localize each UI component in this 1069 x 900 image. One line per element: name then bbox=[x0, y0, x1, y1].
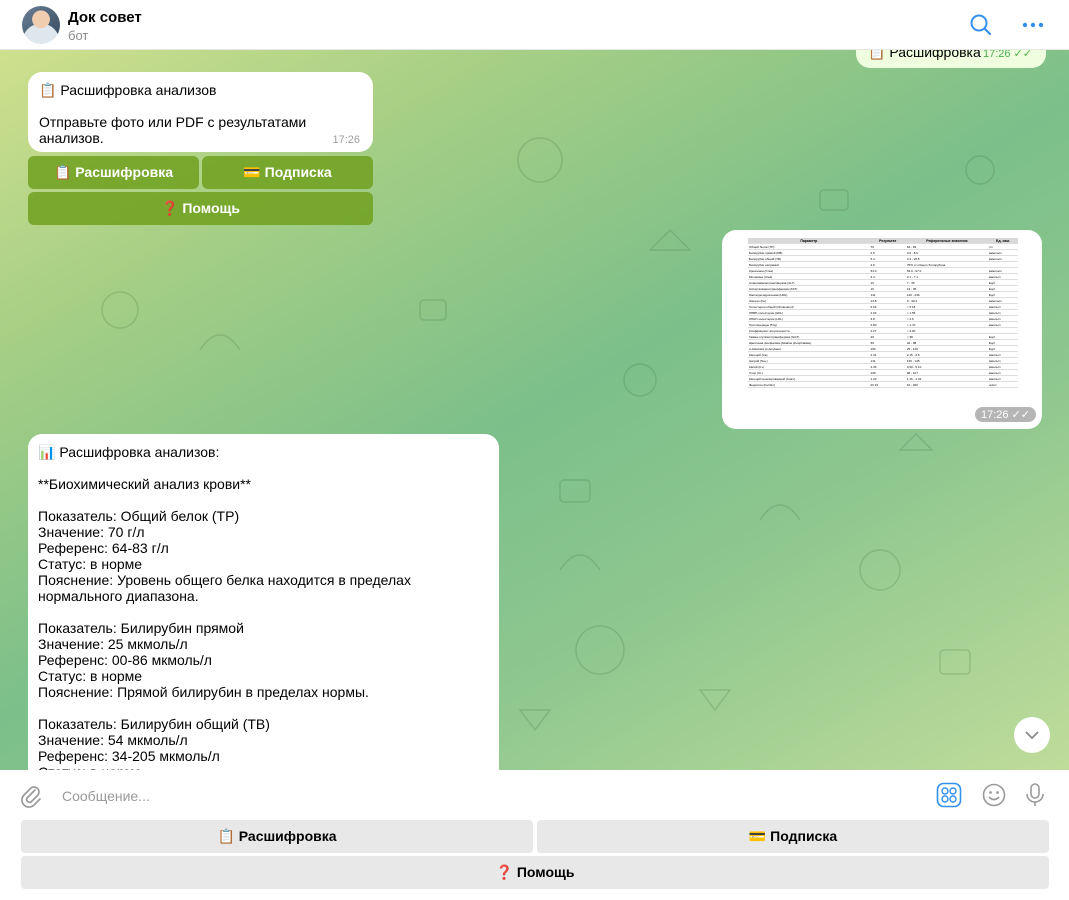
attach-icon[interactable] bbox=[20, 784, 42, 808]
outgoing-message-text: 📋 Расшифровка bbox=[868, 50, 981, 60]
search-icon[interactable] bbox=[968, 12, 994, 38]
photo-table-cell: нг/мл bbox=[987, 381, 1018, 388]
chat-area[interactable]: 📋 Расшифровка 17:26 ✓✓ 📋 Расшифровка ана… bbox=[0, 50, 1069, 770]
bot-commands-icon[interactable] bbox=[936, 782, 962, 808]
photo-table-row: Ферритин (Ferritin) 20.19 10 - 200 нг/мл bbox=[748, 381, 1018, 388]
more-icon[interactable] bbox=[1020, 12, 1046, 38]
photo-time: 17:26 ✓✓ bbox=[974, 407, 1036, 422]
photo-table-cell: 10 - 200 bbox=[905, 381, 988, 388]
chat-header: Док совет бот bbox=[0, 0, 1069, 50]
microphone-icon[interactable] bbox=[1022, 782, 1048, 808]
photo-message[interactable]: Параметр Результат Референсные значения Ед.… bbox=[722, 230, 1042, 429]
chat-subtitle: бот bbox=[68, 28, 89, 43]
message-input[interactable] bbox=[60, 782, 864, 810]
message-time: 17:26 ✓✓ bbox=[982, 50, 1032, 60]
reply-keyboard: 📋 Расшифровка 💳 Подписка ❓ Помощь bbox=[0, 820, 1069, 900]
scroll-down-button[interactable] bbox=[1014, 717, 1050, 753]
inline-help-button[interactable]: ❓ Помощь bbox=[28, 192, 373, 225]
message-header: 📋 Расшифровка анализов bbox=[39, 82, 217, 98]
message-time: 17:26 bbox=[332, 134, 360, 146]
chat-title[interactable]: Док совет bbox=[68, 9, 142, 26]
chevron-down-icon bbox=[1025, 731, 1039, 740]
message-text: Отправьте фото или PDF с результатами ан… bbox=[39, 114, 307, 146]
analysis-message[interactable]: 📊 Расшифровка анализов: **Биохимический … bbox=[28, 434, 499, 770]
inline-decode-button[interactable]: 📋 Расшифровка bbox=[28, 156, 199, 189]
reply-subscription-button[interactable]: 💳 Подписка bbox=[537, 820, 1049, 853]
photo-table-cell: 20.19 bbox=[869, 381, 906, 388]
bot-message[interactable]: 📋 Расшифровка анализов Отправьте фото ил… bbox=[28, 72, 373, 152]
outgoing-message[interactable]: 📋 Расшифровка 17:26 ✓✓ bbox=[856, 50, 1046, 68]
emoji-icon[interactable] bbox=[981, 782, 1007, 808]
inline-subscription-button[interactable]: 💳 Подписка bbox=[202, 156, 373, 189]
analysis-text: 📊 Расшифровка анализов: **Биохимический … bbox=[38, 444, 411, 770]
message-composer bbox=[0, 770, 1069, 820]
photo-table-cell: Ферритин (Ferritin) bbox=[748, 381, 870, 388]
reply-help-button[interactable]: ❓ Помощь bbox=[21, 856, 1049, 889]
avatar[interactable] bbox=[22, 6, 60, 44]
reply-decode-button[interactable]: 📋 Расшифровка bbox=[21, 820, 533, 853]
lab-results-image: Параметр Результат Референсные значения Ед.… bbox=[748, 238, 1018, 388]
